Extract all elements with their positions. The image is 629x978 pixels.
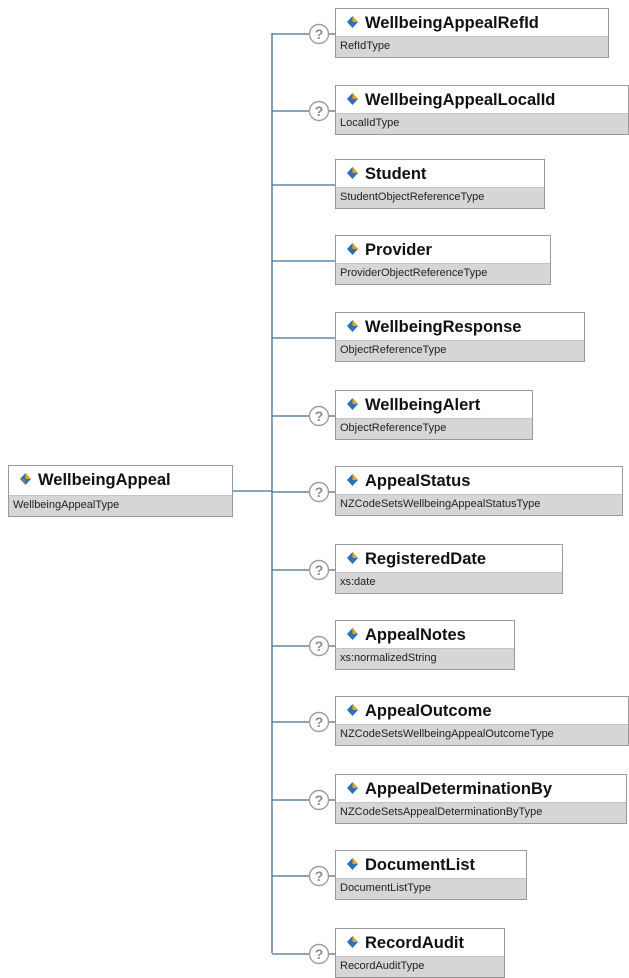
optional-question-icon: ? bbox=[308, 23, 330, 45]
optional-question-icon: ? bbox=[308, 865, 330, 887]
element-type: StudentObjectReferenceType bbox=[336, 187, 544, 208]
optional-question-icon: ? bbox=[308, 559, 330, 581]
element-icon bbox=[347, 16, 358, 28]
child-element-box[interactable]: AppealDeterminationBy NZCodeSetsAppealDet… bbox=[335, 774, 627, 824]
optional-question-icon: ? bbox=[308, 943, 330, 965]
child-element-box[interactable]: RegisteredDate xs:date bbox=[335, 544, 563, 594]
svg-text:?: ? bbox=[315, 868, 324, 884]
child-element-box[interactable]: WellbeingAppealLocalId LocalIdType bbox=[335, 85, 629, 135]
element-type: ObjectReferenceType bbox=[336, 340, 584, 361]
element-icon bbox=[347, 936, 358, 948]
element-icon bbox=[347, 243, 358, 255]
schema-diagram: WellbeingAppeal WellbeingAppealType ? Wel… bbox=[0, 0, 629, 978]
element-icon bbox=[20, 473, 31, 485]
element-name: AppealDeterminationBy bbox=[365, 780, 553, 798]
element-name: AppealNotes bbox=[365, 626, 466, 644]
svg-text:?: ? bbox=[315, 408, 324, 424]
element-icon bbox=[347, 167, 358, 179]
element-type: ProviderObjectReferenceType bbox=[336, 263, 550, 284]
svg-text:?: ? bbox=[315, 103, 324, 119]
element-name: RecordAudit bbox=[365, 934, 464, 952]
element-name: Provider bbox=[365, 241, 432, 259]
child-element-box[interactable]: DocumentList DocumentListType bbox=[335, 850, 527, 900]
element-name: Student bbox=[365, 165, 427, 183]
element-type: NZCodeSetsWellbeingAppealStatusType bbox=[336, 494, 622, 515]
svg-text:?: ? bbox=[315, 792, 324, 808]
element-icon bbox=[347, 704, 358, 716]
root-element-type: WellbeingAppealType bbox=[9, 495, 232, 516]
element-icon bbox=[347, 474, 358, 486]
svg-text:?: ? bbox=[315, 714, 324, 730]
element-name: WellbeingAppealLocalId bbox=[365, 91, 556, 109]
optional-question-icon: ? bbox=[308, 481, 330, 503]
element-type: xs:date bbox=[336, 572, 562, 593]
element-type: RefIdType bbox=[336, 36, 608, 57]
element-name: AppealStatus bbox=[365, 472, 471, 490]
child-element-box[interactable]: Provider ProviderObjectReferenceType bbox=[335, 235, 551, 285]
element-icon bbox=[347, 628, 358, 640]
svg-text:?: ? bbox=[315, 946, 324, 962]
element-icon bbox=[347, 398, 358, 410]
svg-text:?: ? bbox=[315, 562, 324, 578]
element-type: NZCodeSetsAppealDeterminationByType bbox=[336, 802, 626, 823]
optional-question-icon: ? bbox=[308, 635, 330, 657]
element-type: NZCodeSetsWellbeingAppealOutcomeType bbox=[336, 724, 628, 745]
root-element-box[interactable]: WellbeingAppeal WellbeingAppealType bbox=[8, 465, 233, 517]
child-element-box[interactable]: AppealOutcome NZCodeSetsWellbeingAppealOu… bbox=[335, 696, 629, 746]
element-icon bbox=[347, 552, 358, 564]
element-type: DocumentListType bbox=[336, 878, 526, 899]
element-type: xs:normalizedString bbox=[336, 648, 514, 669]
optional-question-icon: ? bbox=[308, 789, 330, 811]
svg-text:?: ? bbox=[315, 26, 324, 42]
element-type: LocalIdType bbox=[336, 113, 628, 134]
optional-question-icon: ? bbox=[308, 405, 330, 427]
element-icon bbox=[347, 858, 358, 870]
child-element-box[interactable]: WellbeingAppealRefId RefIdType bbox=[335, 8, 609, 58]
element-icon bbox=[347, 93, 358, 105]
element-icon bbox=[347, 320, 358, 332]
child-element-box[interactable]: AppealNotes xs:normalizedString bbox=[335, 620, 515, 670]
svg-text:?: ? bbox=[315, 638, 324, 654]
optional-question-icon: ? bbox=[308, 711, 330, 733]
child-element-box[interactable]: Student StudentObjectReferenceType bbox=[335, 159, 545, 209]
element-type: ObjectReferenceType bbox=[336, 418, 532, 439]
child-element-box[interactable]: RecordAudit RecordAuditType bbox=[335, 928, 505, 978]
element-name: WellbeingAlert bbox=[365, 396, 481, 414]
element-name: DocumentList bbox=[365, 856, 476, 874]
optional-question-icon: ? bbox=[308, 100, 330, 122]
element-icon bbox=[347, 782, 358, 794]
element-name: RegisteredDate bbox=[365, 550, 487, 568]
element-name: WellbeingResponse bbox=[365, 318, 522, 336]
element-name: AppealOutcome bbox=[365, 702, 492, 720]
root-element-name: WellbeingAppeal bbox=[38, 471, 171, 489]
svg-text:?: ? bbox=[315, 484, 324, 500]
child-element-box[interactable]: WellbeingResponse ObjectReferenceType bbox=[335, 312, 585, 362]
element-type: RecordAuditType bbox=[336, 956, 504, 977]
child-element-box[interactable]: WellbeingAlert ObjectReferenceType bbox=[335, 390, 533, 440]
element-name: WellbeingAppealRefId bbox=[365, 14, 539, 32]
child-element-box[interactable]: AppealStatus NZCodeSetsWellbeingAppealSta… bbox=[335, 466, 623, 516]
